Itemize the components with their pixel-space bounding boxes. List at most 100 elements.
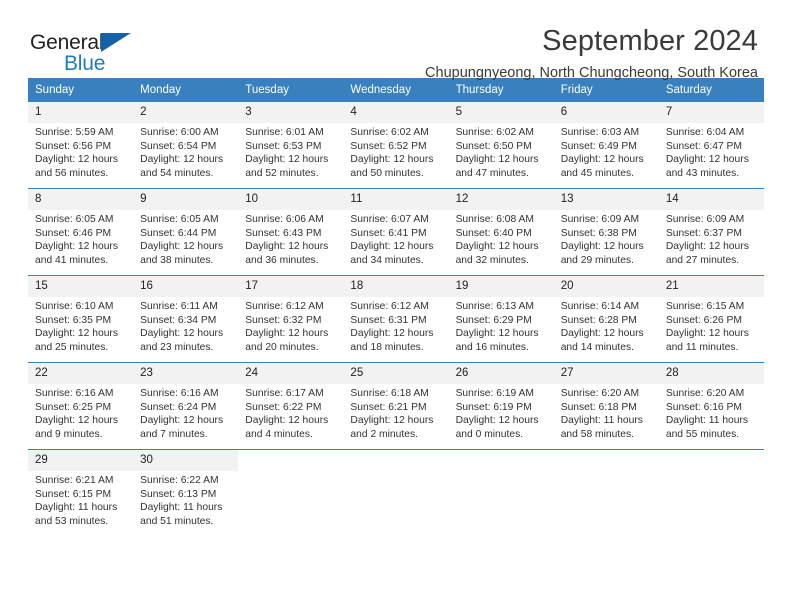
daylight-text-line2: and 52 minutes. [245,167,319,179]
daylight-text-line2: and 34 minutes. [350,254,424,266]
daylight-text-line1: Daylight: 12 hours [350,241,434,253]
day-number: 27 [553,363,659,385]
brand-logo[interactable]: General Blue [30,26,160,74]
day-details: Sunrise: 6:04 AM Sunset: 6:47 PM Daylight:… [659,123,764,180]
sunset-text: Sunset: 6:49 PM [560,140,637,152]
day-details: Sunrise: 6:03 AM Sunset: 6:49 PM Daylight:… [554,123,659,180]
day-details: Sunrise: 6:22 AM Sunset: 6:13 PM Daylight:… [133,471,238,528]
daylight-text-line1: Daylight: 12 hours [560,241,644,253]
daylight-text-line2: and 29 minutes. [560,254,634,266]
calendar-day-cell[interactable]: 8 Sunrise: 6:05 AM Sunset: 6:46 PM Daylight… [28,189,134,270]
calendar-day-cell[interactable]: 25 Sunrise: 6:18 AM Sunset: 6:21 PM Dayligh… [343,363,449,444]
day-details: Sunrise: 6:09 AM Sunset: 6:37 PM Daylight:… [659,210,764,267]
calendar-day-cell[interactable]: 14 Sunrise: 6:09 AM Sunset: 6:37 PM Dayligh… [658,189,764,270]
triangle-icon [101,33,131,52]
day-number: 5 [448,102,554,124]
calendar-day-cell[interactable]: 26 Sunrise: 6:19 AM Sunset: 6:19 PM Dayligh… [448,363,554,444]
daylight-text-line1: Daylight: 12 hours [350,328,434,340]
sunset-text: Sunset: 6:31 PM [350,314,427,326]
day-details: Sunrise: 6:06 AM Sunset: 6:43 PM Daylight:… [238,210,343,267]
calendar-day-cell[interactable]: 7 Sunrise: 6:04 AM Sunset: 6:47 PM Daylight… [658,102,764,183]
day-details: Sunrise: 6:05 AM Sunset: 6:44 PM Daylight:… [133,210,238,267]
calendar-day-cell[interactable]: 1 Sunrise: 5:59 AM Sunset: 6:56 PM Daylight… [28,102,134,183]
day-number: 11 [343,189,449,211]
brand-name-blue: Blue [64,52,106,75]
daylight-text-line1: Daylight: 12 hours [245,415,329,427]
calendar-day-cell[interactable]: 11 Sunrise: 6:07 AM Sunset: 6:41 PM Dayligh… [343,189,449,270]
daylight-text-line2: and 51 minutes. [140,515,214,527]
daylight-text-line2: and 32 minutes. [455,254,529,266]
day-number: 9 [133,189,239,211]
day-number: 10 [238,189,344,211]
calendar-day-cell[interactable]: 18 Sunrise: 6:12 AM Sunset: 6:31 PM Dayligh… [343,276,449,357]
daylight-text-line1: Daylight: 12 hours [560,328,644,340]
sunrise-text: Sunrise: 6:08 AM [455,214,534,226]
calendar-day-cell[interactable]: 13 Sunrise: 6:09 AM Sunset: 6:38 PM Dayligh… [553,189,659,270]
daylight-text-line1: Daylight: 12 hours [455,328,539,340]
calendar-day-cell[interactable]: 2 Sunrise: 6:00 AM Sunset: 6:54 PM Daylight… [133,102,239,183]
calendar-day-cell[interactable]: 27 Sunrise: 6:20 AM Sunset: 6:18 PM Dayligh… [553,363,659,444]
daylight-text-line1: Daylight: 12 hours [245,328,329,340]
sunset-text: Sunset: 6:16 PM [665,401,742,413]
calendar-day-cell[interactable]: 28 Sunrise: 6:20 AM Sunset: 6:16 PM Dayligh… [658,363,764,444]
calendar-day-cell[interactable]: 10 Sunrise: 6:06 AM Sunset: 6:43 PM Dayligh… [238,189,344,270]
day-details: Sunrise: 6:10 AM Sunset: 6:35 PM Daylight:… [28,297,133,354]
day-number: 1 [28,102,134,124]
sunset-text: Sunset: 6:56 PM [35,140,112,152]
calendar-day-cell[interactable]: 19 Sunrise: 6:13 AM Sunset: 6:29 PM Dayligh… [448,276,554,357]
daylight-text-line2: and 2 minutes. [350,428,418,440]
calendar-day-cell[interactable]: 12 Sunrise: 6:08 AM Sunset: 6:40 PM Dayligh… [448,189,554,270]
sunset-text: Sunset: 6:44 PM [140,227,217,239]
daylight-text-line1: Daylight: 12 hours [35,241,118,253]
sunrise-text: Sunrise: 6:16 AM [35,388,114,400]
daylight-text-line1: Daylight: 12 hours [350,154,434,166]
daylight-text-line1: Daylight: 12 hours [245,241,329,253]
daylight-text-line1: Daylight: 12 hours [35,415,118,427]
sunrise-text: Sunrise: 6:12 AM [350,301,429,313]
sunset-text: Sunset: 6:37 PM [665,227,742,239]
calendar-day-cell[interactable]: 3 Sunrise: 6:01 AM Sunset: 6:53 PM Daylight… [238,102,344,183]
calendar-day-cell-empty [553,450,659,531]
calendar-day-cell[interactable]: 17 Sunrise: 6:12 AM Sunset: 6:32 PM Dayligh… [238,276,344,357]
calendar-day-cell[interactable]: 29 Sunrise: 6:21 AM Sunset: 6:15 PM Dayligh… [28,450,134,531]
sunset-text: Sunset: 6:29 PM [455,314,532,326]
sunrise-text: Sunrise: 6:10 AM [35,301,114,313]
day-details: Sunrise: 6:21 AM Sunset: 6:15 PM Daylight:… [28,471,133,528]
sunrise-text: Sunrise: 6:19 AM [455,388,534,400]
sunrise-text: Sunrise: 5:59 AM [35,127,114,139]
calendar-day-cell[interactable]: 20 Sunrise: 6:14 AM Sunset: 6:28 PM Dayligh… [553,276,659,357]
daylight-text-line1: Daylight: 11 hours [560,415,643,427]
sunset-text: Sunset: 6:50 PM [455,140,532,152]
calendar-day-cell[interactable]: 30 Sunrise: 6:22 AM Sunset: 6:13 PM Dayligh… [133,450,239,531]
daylight-text-line1: Daylight: 12 hours [245,154,329,166]
day-number: 24 [238,363,344,385]
daylight-text-line1: Daylight: 12 hours [350,415,434,427]
calendar-day-cell[interactable]: 15 Sunrise: 6:10 AM Sunset: 6:35 PM Dayligh… [28,276,134,357]
calendar-day-cell[interactable]: 16 Sunrise: 6:11 AM Sunset: 6:34 PM Dayligh… [133,276,239,357]
calendar-page: General Blue September 2024 Chupungnyeon… [0,0,792,612]
calendar-day-cell[interactable]: 24 Sunrise: 6:17 AM Sunset: 6:22 PM Dayligh… [238,363,344,444]
calendar-day-cell-empty [658,450,764,531]
day-details: Sunrise: 6:15 AM Sunset: 6:26 PM Daylight:… [659,297,764,354]
daylight-text-line1: Daylight: 11 hours [35,502,118,514]
day-number: 14 [658,189,764,211]
day-number [238,450,344,470]
calendar-day-cell[interactable]: 23 Sunrise: 6:16 AM Sunset: 6:24 PM Dayligh… [133,363,239,444]
calendar-day-cell[interactable]: 4 Sunrise: 6:02 AM Sunset: 6:52 PM Daylight… [343,102,449,183]
calendar-day-cell[interactable]: 22 Sunrise: 6:16 AM Sunset: 6:25 PM Dayligh… [28,363,134,444]
sunset-text: Sunset: 6:41 PM [350,227,427,239]
day-details: Sunrise: 6:13 AM Sunset: 6:29 PM Daylight:… [449,297,554,354]
daylight-text-line2: and 47 minutes. [455,167,529,179]
weekday-header-thursday: Thursday [455,84,504,96]
day-number: 29 [28,450,134,472]
calendar-day-cell[interactable]: 5 Sunrise: 6:02 AM Sunset: 6:50 PM Daylight… [448,102,554,183]
day-number: 13 [553,189,659,211]
day-details: Sunrise: 6:05 AM Sunset: 6:46 PM Daylight:… [28,210,133,267]
calendar-day-cell[interactable]: 9 Sunrise: 6:05 AM Sunset: 6:44 PM Daylight… [133,189,239,270]
sunset-text: Sunset: 6:26 PM [665,314,742,326]
calendar-day-cell[interactable]: 21 Sunrise: 6:15 AM Sunset: 6:26 PM Dayligh… [658,276,764,357]
calendar-day-cell[interactable]: 6 Sunrise: 6:03 AM Sunset: 6:49 PM Daylight… [553,102,659,183]
daylight-text-line2: and 45 minutes. [560,167,634,179]
sunrise-text: Sunrise: 6:02 AM [455,127,534,139]
daylight-text-line2: and 38 minutes. [140,254,214,266]
